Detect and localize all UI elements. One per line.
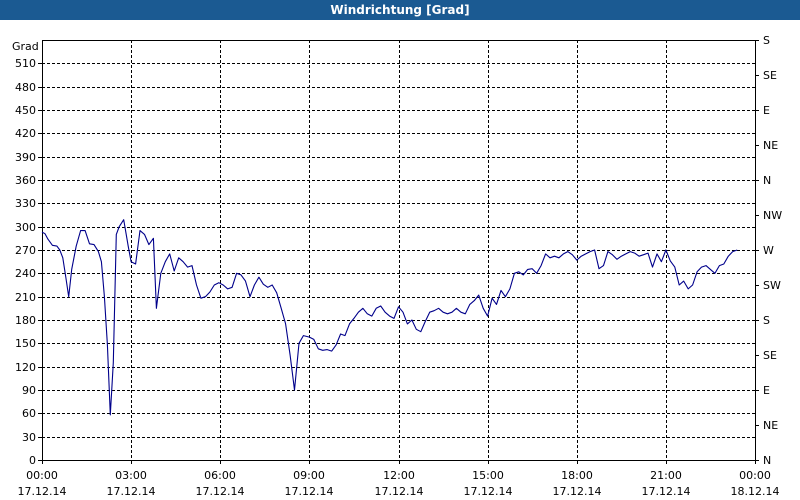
y2-tick-label: W [763, 244, 774, 257]
x-tick-date-label: 17.12.14 [18, 485, 67, 498]
y-tick-label: 270 [15, 244, 36, 257]
y-axis-right: N NE E SE S SW W NW N NE E SE S [755, 34, 782, 467]
x-tick-date-label: 17.12.14 [196, 485, 245, 498]
chart-window: Windrichtung [Grad] 0 30 60 90 120 150 180 210 2… [0, 0, 800, 500]
x-tick-time-label: 12:00 [383, 469, 415, 482]
x-tick-date-label: 17.12.14 [285, 485, 334, 498]
y2-tick-label: NE [763, 419, 778, 432]
x-tick-date-label: 17.12.14 [107, 485, 156, 498]
y-tick-label: 480 [15, 81, 36, 94]
y-tick-label: 330 [15, 197, 36, 210]
y2-tick-label: SE [763, 349, 777, 362]
x-tick-date-label: 17.12.14 [642, 485, 691, 498]
y-tick-label: 0 [29, 454, 36, 467]
x-tick-time-label: 18:00 [561, 469, 593, 482]
y-tick-label: 210 [15, 291, 36, 304]
y2-tick-label: S [763, 314, 770, 327]
x-tick-time-label: 00:00 [739, 469, 771, 482]
y-tick-label: 150 [15, 337, 36, 350]
y-tick-label: 390 [15, 151, 36, 164]
x-tick-time-label: 03:00 [115, 469, 147, 482]
y2-tick-label: NE [763, 139, 778, 152]
series-line [41, 219, 738, 416]
y-tick-label: 180 [15, 314, 36, 327]
y2-tick-label: E [763, 384, 770, 397]
y-tick-label: 360 [15, 174, 36, 187]
y2-tick-label: N [763, 454, 771, 467]
y-tick-label: 30 [22, 431, 36, 444]
y-tick-label: 510 [15, 57, 36, 70]
x-tick-date-label: 17.12.14 [464, 485, 513, 498]
x-tick-date-label: 17.12.14 [375, 485, 424, 498]
x-tick-time-label: 09:00 [293, 469, 325, 482]
y-tick-label: 240 [15, 267, 36, 280]
y2-tick-label: NW [763, 209, 782, 222]
x-axis: 00:00 17.12.14 03:00 17.12.14 06:00 17.12.14 0… [18, 460, 780, 498]
y2-tick-label: SW [763, 279, 781, 292]
x-tick-date-label: 18.12.14 [731, 485, 780, 498]
grid [42, 40, 755, 460]
y-axis-left: 0 30 60 90 120 150 180 210 240 270 300 330 360 390 420… [15, 57, 42, 467]
series-layer [41, 219, 738, 416]
y2-tick-label: N [763, 174, 771, 187]
y2-tick-label: E [763, 104, 770, 117]
chart-plot: 0 30 60 90 120 150 180 210 240 270 300 330 360 390 420… [12, 34, 782, 498]
y-tick-label: 450 [15, 104, 36, 117]
x-tick-time-label: 06:00 [204, 469, 236, 482]
y2-tick-label: S [763, 34, 770, 47]
y2-tick-label: SE [763, 69, 777, 82]
y-tick-label: 420 [15, 127, 36, 140]
y-axis-label: Grad [12, 40, 39, 53]
x-tick-time-label: 15:00 [472, 469, 504, 482]
y-tick-label: 90 [22, 384, 36, 397]
y-tick-label: 120 [15, 361, 36, 374]
x-tick-time-label: 21:00 [650, 469, 682, 482]
x-tick-time-label: 00:00 [26, 469, 58, 482]
x-tick-date-label: 17.12.14 [553, 485, 602, 498]
y-tick-label: 60 [22, 407, 36, 420]
y-tick-label: 300 [15, 221, 36, 234]
